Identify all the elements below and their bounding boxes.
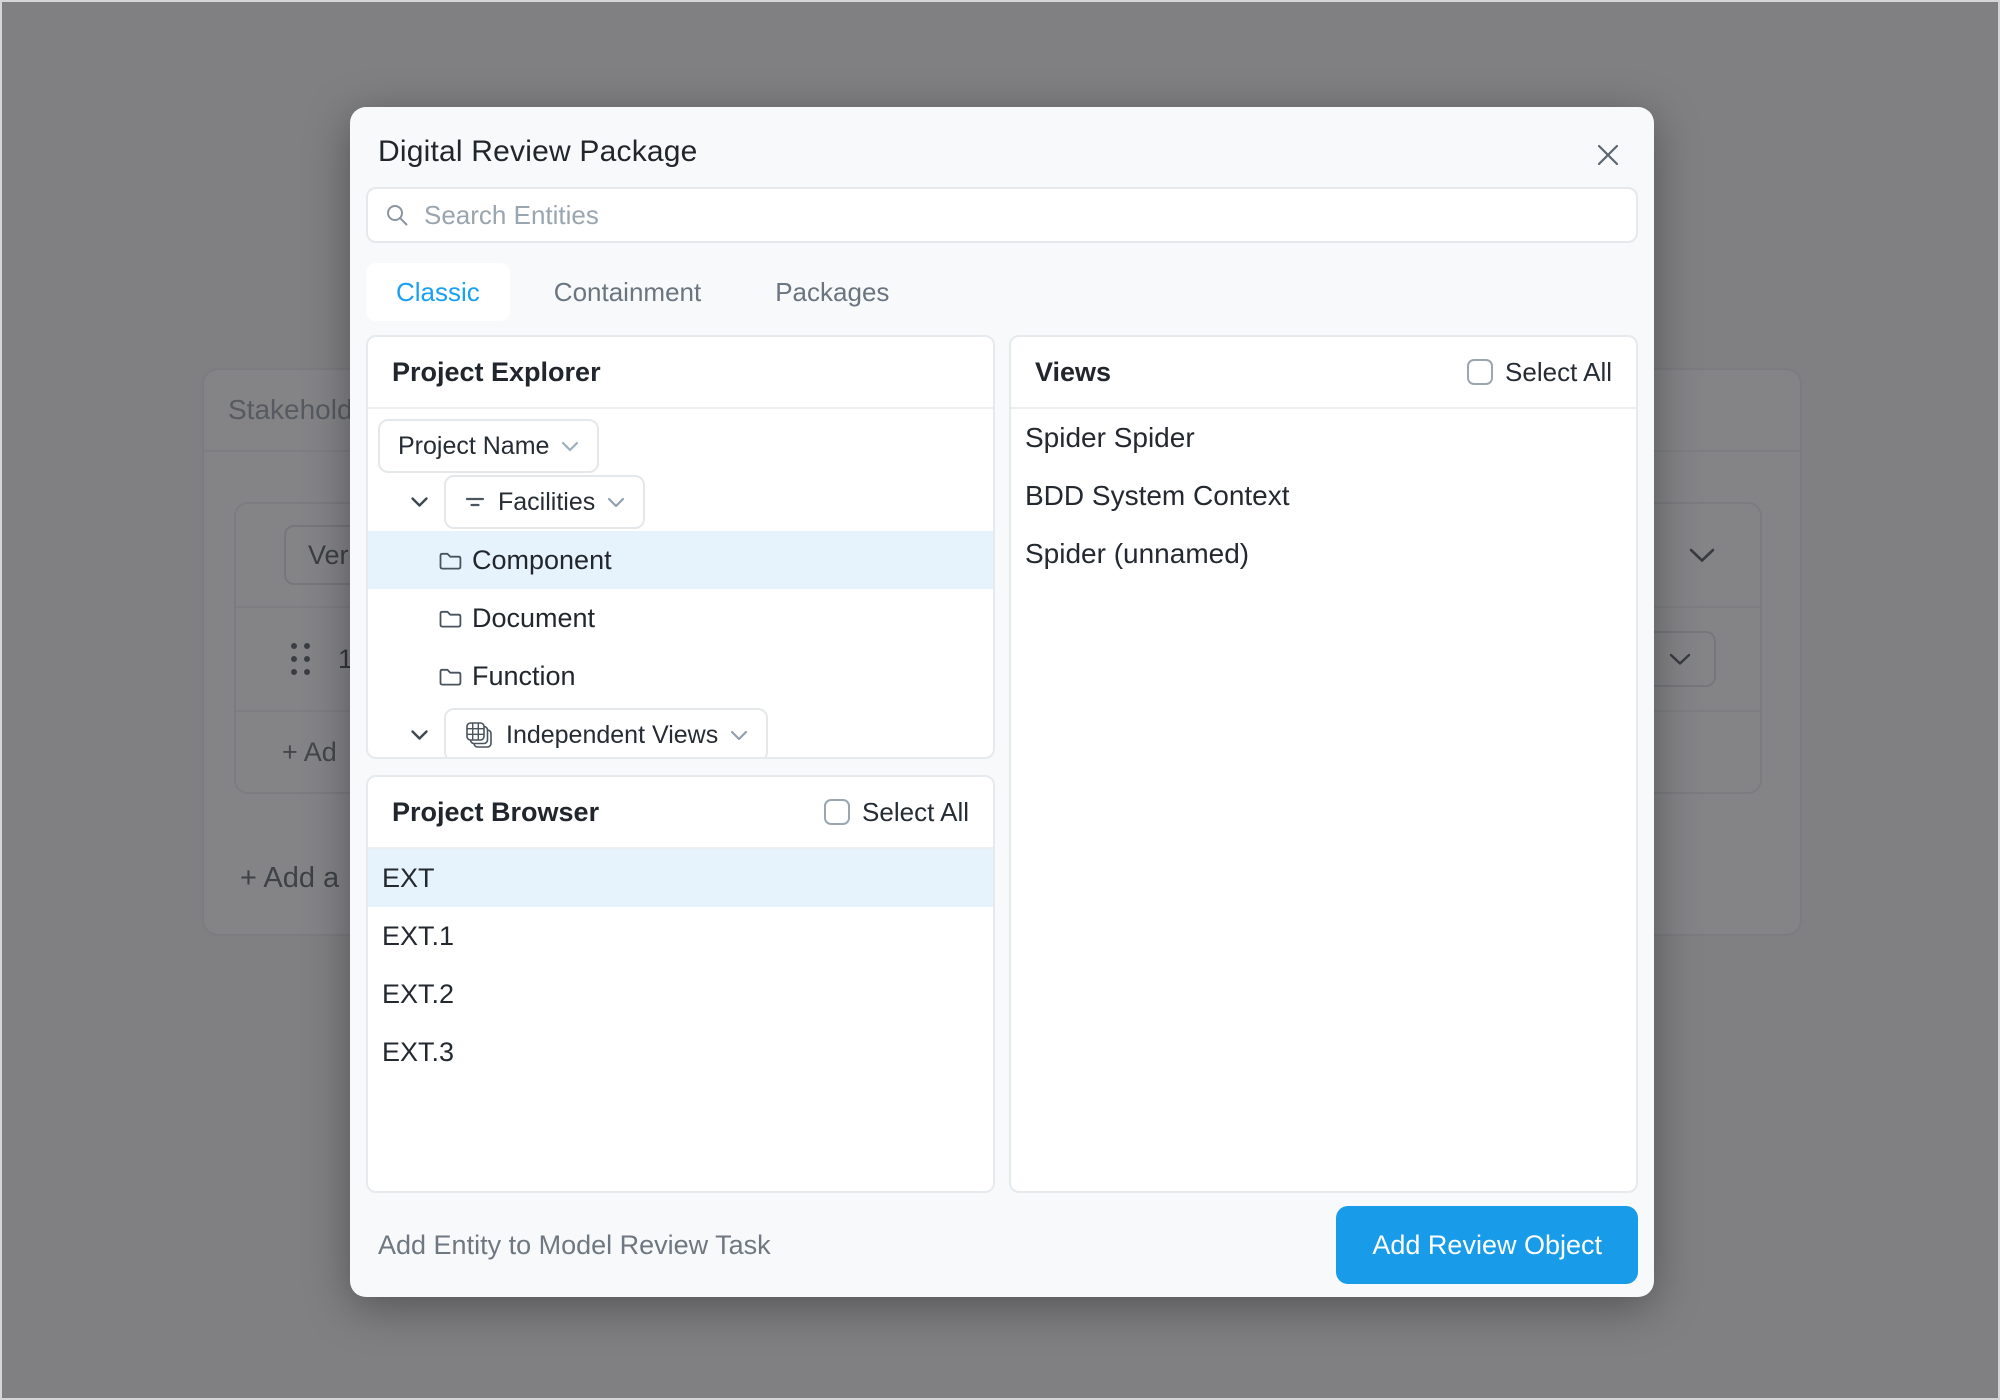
filter-icon — [464, 493, 486, 511]
select-all-label: Select All — [862, 797, 969, 828]
views-panel: Views Select All Spider Spider BDD Syste… — [1009, 335, 1638, 1193]
project-browser-list: EXT EXT.1 EXT.2 EXT.3 — [368, 849, 993, 1081]
close-icon — [1593, 140, 1623, 170]
chevron-expander-icon[interactable] — [410, 729, 436, 741]
project-explorer-header: Project Explorer — [368, 337, 993, 409]
views-header: Views Select All — [1011, 337, 1636, 409]
search-input[interactable] — [424, 200, 1620, 231]
left-column: Project Explorer Project Name — [366, 335, 995, 1193]
project-explorer-panel: Project Explorer Project Name — [366, 335, 995, 759]
chevron-down-icon — [607, 497, 625, 508]
view-item-bdd-system-context[interactable]: BDD System Context — [1011, 467, 1636, 525]
independent-views-dropdown-label: Independent Views — [506, 721, 718, 750]
tree-item-label: Function — [472, 661, 576, 692]
independent-views-dropdown[interactable]: Independent Views — [444, 708, 768, 759]
screen: Stakehold Verif 1 ) — [0, 0, 2000, 1400]
footer-hint: Add Entity to Model Review Task — [366, 1230, 771, 1261]
folder-icon — [437, 548, 464, 573]
digital-review-package-modal: Digital Review Package Classic Containme… — [350, 107, 1654, 1297]
tab-classic[interactable]: Classic — [366, 263, 510, 321]
chevron-down-icon — [561, 441, 579, 452]
modal-header: Digital Review Package — [350, 107, 1654, 169]
view-item-spider-spider[interactable]: Spider Spider — [1011, 409, 1636, 467]
view-item-spider-unnamed[interactable]: Spider (unnamed) — [1011, 525, 1636, 583]
modal-content: Project Explorer Project Name — [366, 335, 1638, 1193]
grid-stack-icon — [464, 720, 494, 750]
tree-item-label: Component — [472, 545, 612, 576]
project-browser-title: Project Browser — [392, 797, 599, 828]
list-item-ext-3[interactable]: EXT.3 — [368, 1023, 993, 1081]
modal-footer: Add Entity to Model Review Task Add Revi… — [366, 1193, 1638, 1297]
sort-dropdown-row: Project Name — [368, 419, 993, 473]
project-name-dropdown[interactable]: Project Name — [378, 419, 599, 473]
views-title: Views — [1035, 357, 1111, 388]
tab-bar: Classic Containment Packages — [366, 263, 1638, 321]
checkbox-icon[interactable] — [1467, 359, 1493, 385]
modal-title: Digital Review Package — [378, 135, 1626, 169]
tree-node-facilities: Facilities — [368, 473, 993, 531]
project-browser-panel: Project Browser Select All EXT EXT.1 EXT… — [366, 775, 995, 1193]
project-explorer-title: Project Explorer — [392, 357, 601, 388]
tab-packages[interactable]: Packages — [745, 263, 919, 321]
search-bar — [366, 187, 1638, 243]
facilities-dropdown-label: Facilities — [498, 488, 595, 517]
project-browser-header: Project Browser Select All — [368, 777, 993, 849]
checkbox-icon[interactable] — [824, 799, 850, 825]
chevron-expander-icon[interactable] — [410, 496, 436, 508]
views-select-all[interactable]: Select All — [1467, 357, 1612, 388]
views-list: Spider Spider BDD System Context Spider … — [1011, 409, 1636, 583]
chevron-down-icon — [730, 730, 748, 741]
tree-item-function[interactable]: Function — [368, 647, 993, 705]
tree-item-document[interactable]: Document — [368, 589, 993, 647]
facilities-dropdown[interactable]: Facilities — [444, 475, 645, 529]
tab-containment[interactable]: Containment — [524, 263, 731, 321]
folder-icon — [437, 664, 464, 689]
folder-icon — [437, 606, 464, 631]
project-name-dropdown-label: Project Name — [398, 432, 549, 461]
list-item-ext[interactable]: EXT — [368, 849, 993, 907]
tree-node-independent-views: Independent Views — [368, 705, 993, 759]
add-review-object-button[interactable]: Add Review Object — [1336, 1206, 1638, 1284]
tree-item-component[interactable]: Component — [368, 531, 993, 589]
project-browser-select-all[interactable]: Select All — [824, 797, 969, 828]
select-all-label: Select All — [1505, 357, 1612, 388]
close-button[interactable] — [1586, 133, 1630, 177]
tree-item-label: Document — [472, 603, 595, 634]
list-item-ext-1[interactable]: EXT.1 — [368, 907, 993, 965]
list-item-ext-2[interactable]: EXT.2 — [368, 965, 993, 1023]
project-explorer-tree: Project Name — [368, 409, 993, 759]
search-icon — [384, 202, 410, 228]
